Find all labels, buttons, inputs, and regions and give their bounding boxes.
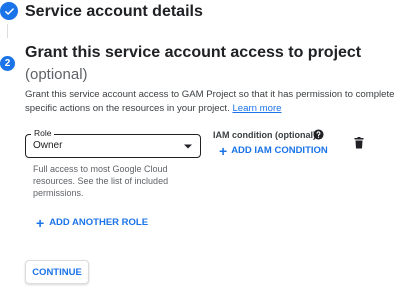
plus-icon: + — [36, 214, 45, 231]
step-2-title: Grant this service account access to pro… — [25, 44, 362, 61]
role-select[interactable]: Role Owner — [25, 128, 201, 158]
step-connector — [7, 24, 8, 38]
role-select-label: Role — [31, 128, 55, 139]
dropdown-caret-icon — [184, 144, 192, 149]
step-complete-icon — [0, 2, 18, 20]
add-iam-condition-button[interactable]: + ADD IAM CONDITION — [219, 142, 328, 159]
trash-icon[interactable] — [354, 137, 364, 149]
description-text: Grant this service account access to GAM… — [25, 89, 395, 114]
add-another-role-button[interactable]: + ADD ANOTHER ROLE — [36, 214, 149, 231]
step-2-description: Grant this service account access to GAM… — [25, 88, 395, 116]
role-hint: Full access to most Google Cloud resourc… — [33, 164, 169, 198]
help-icon[interactable] — [313, 129, 324, 140]
add-another-role-label: ADD ANOTHER ROLE — [49, 217, 149, 228]
step-2-optional-label: (optional) — [25, 66, 88, 83]
step-1-title: Service account details — [25, 3, 203, 20]
add-iam-condition-label: ADD IAM CONDITION — [231, 145, 328, 156]
iam-condition-label: IAM condition (optional) — [213, 130, 316, 140]
step-2-badge: 2 — [0, 56, 15, 71]
check-icon — [4, 7, 14, 15]
plus-icon: + — [219, 142, 228, 159]
role-select-value: Owner — [33, 140, 63, 151]
learn-more-link[interactable]: Learn more — [232, 103, 281, 114]
continue-button[interactable]: CONTINUE — [25, 260, 89, 284]
